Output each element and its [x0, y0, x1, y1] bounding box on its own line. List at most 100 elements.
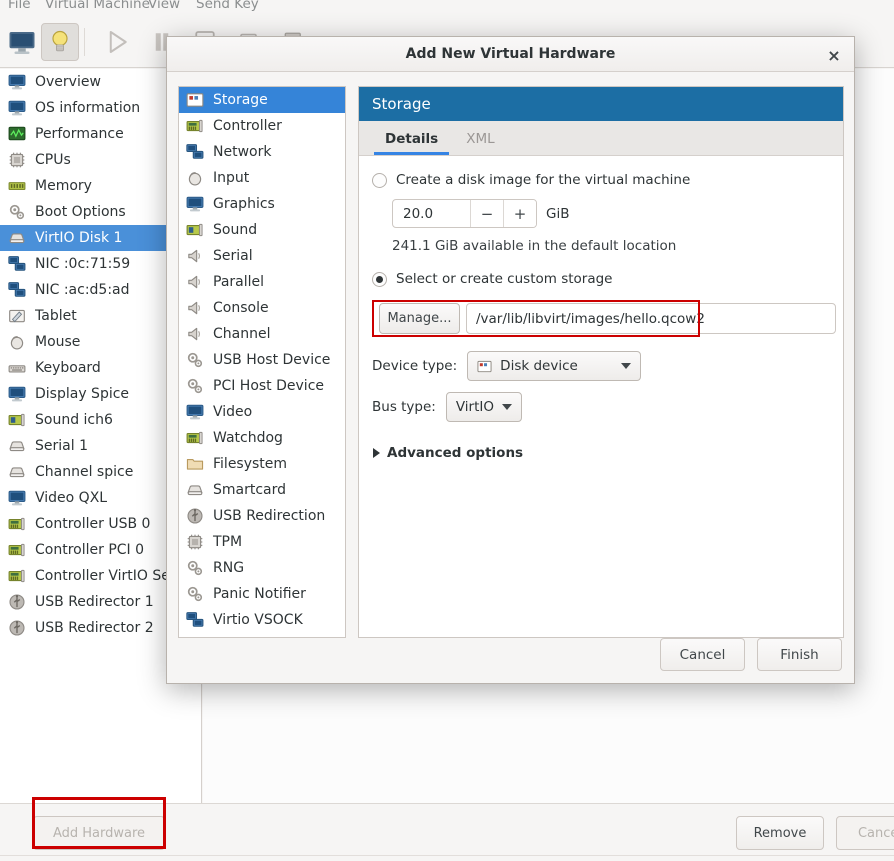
- add-hardware-button[interactable]: Add Hardware: [33, 816, 165, 850]
- device-list-item-label: Panic Notifier: [213, 586, 306, 602]
- device-list-item[interactable]: USB Redirection: [179, 503, 345, 529]
- add-hardware-label: Add Hardware: [52, 825, 146, 841]
- device-list-item-label: PCI Host Device: [213, 378, 325, 394]
- sidebar-item-label: Controller USB 0: [35, 516, 151, 532]
- device-list-item[interactable]: PCI Host Device: [179, 373, 345, 399]
- menu-item-file[interactable]: File: [8, 0, 31, 12]
- dialog-finish-button[interactable]: Finish: [757, 638, 842, 671]
- device-list-item[interactable]: Filesystem: [179, 451, 345, 477]
- card-icon: [8, 569, 25, 583]
- device-list-item[interactable]: Console: [179, 295, 345, 321]
- show-console-button[interactable]: [3, 23, 41, 61]
- create-disk-radio-row[interactable]: Create a disk image for the virtual mach…: [359, 172, 843, 188]
- device-list-item[interactable]: Storage: [179, 87, 345, 113]
- device-list-item[interactable]: Virtio VSOCK: [179, 607, 345, 633]
- device-list-item[interactable]: Channel: [179, 321, 345, 347]
- available-space-hint: 241.1 GiB available in the default locat…: [392, 238, 677, 254]
- device-list-item[interactable]: TPM: [179, 529, 345, 555]
- device-list-item[interactable]: Panic Notifier: [179, 581, 345, 607]
- dialog-cancel-button[interactable]: Cancel: [660, 638, 745, 671]
- run-button[interactable]: [98, 23, 136, 61]
- device-list-item[interactable]: Input: [179, 165, 345, 191]
- disk-size-value[interactable]: 20.0: [393, 200, 470, 227]
- disk-size-decrement-button[interactable]: −: [470, 200, 503, 227]
- sidebar-item-label: Sound ich6: [35, 412, 113, 428]
- tab-details[interactable]: Details: [371, 131, 452, 155]
- storage-config-pane: Storage Details XML Create a disk image …: [358, 86, 844, 638]
- device-list-item-label: Video: [213, 404, 253, 420]
- menu-item-virtual-machine[interactable]: Virtual Machine: [45, 0, 150, 12]
- custom-storage-label: Select or create custom storage: [396, 271, 613, 287]
- disk-icon: [9, 441, 25, 452]
- custom-storage-row: Manage... /var/lib/libvirt/images/hello.…: [372, 300, 843, 337]
- cancel-label-bottom: Cancel: [857, 825, 894, 841]
- device-list-item-label: RNG: [213, 560, 245, 576]
- device-list-item-label: Graphics: [213, 196, 275, 212]
- storage-icon: [477, 360, 492, 372]
- menubar: File Virtual Machine View Send Key: [0, 0, 894, 16]
- device-list-item-label: Smartcard: [213, 482, 287, 498]
- tabstrip: Details XML: [359, 121, 843, 156]
- bus-type-select[interactable]: VirtIO: [445, 392, 522, 422]
- bus-type-row: Bus type: VirtIO: [359, 392, 843, 422]
- create-disk-radio[interactable]: [372, 172, 387, 188]
- device-list-item-label: Channel: [213, 326, 271, 342]
- lightbulb-icon: [52, 30, 68, 52]
- disk-size-stepper[interactable]: 20.0 − +: [392, 199, 537, 228]
- create-disk-label: Create a disk image for the virtual mach…: [396, 172, 691, 188]
- monitor-icon: [8, 490, 26, 506]
- gears-icon: [187, 352, 203, 368]
- device-type-select[interactable]: Disk device: [467, 351, 642, 381]
- usb-icon: [9, 594, 25, 610]
- chevron-right-icon: [373, 448, 380, 458]
- storage-path-input[interactable]: /var/lib/libvirt/images/hello.qcow2: [466, 303, 836, 334]
- device-list-item-label: TPM: [213, 534, 243, 550]
- device-list-item[interactable]: Parallel: [179, 269, 345, 295]
- device-list-item[interactable]: Video: [179, 399, 345, 425]
- sidebar-item-label: Channel spice: [35, 464, 134, 480]
- disk-size-increment-button[interactable]: +: [503, 200, 536, 227]
- device-type-value: Disk device: [500, 358, 578, 374]
- device-list-item[interactable]: Controller: [179, 113, 345, 139]
- dialog-actions: Cancel Finish: [660, 638, 842, 671]
- device-list-item[interactable]: Serial: [179, 243, 345, 269]
- device-list-item[interactable]: USB Host Device: [179, 347, 345, 373]
- remove-button[interactable]: Remove: [736, 816, 824, 850]
- sidebar-item-label: Video QXL: [35, 490, 108, 506]
- device-type-list[interactable]: Storage Controller Network Input Graphic…: [178, 86, 346, 638]
- monitor-icon: [186, 404, 204, 420]
- device-list-item[interactable]: Watchdog: [179, 425, 345, 451]
- cancel-button-bottom[interactable]: Cancel: [836, 816, 894, 850]
- speaker-icon: [188, 275, 200, 289]
- custom-storage-radio[interactable]: [372, 271, 387, 287]
- device-list-item[interactable]: RNG: [179, 555, 345, 581]
- sidebar-item-label: Memory: [35, 178, 92, 194]
- monitor-icon: [9, 32, 35, 54]
- close-icon[interactable]: ×: [824, 45, 844, 65]
- chevron-down-icon: [621, 363, 632, 369]
- manage-button[interactable]: Manage...: [379, 303, 460, 334]
- menu-item-view[interactable]: View: [148, 0, 180, 12]
- network-icon: [186, 144, 204, 159]
- card-icon: [8, 517, 25, 531]
- device-type-row: Device type: Disk device: [359, 351, 843, 381]
- device-list-item[interactable]: Sound: [179, 217, 345, 243]
- device-list-item-label: Console: [213, 300, 269, 316]
- sidebar-item-label: CPUs: [35, 152, 71, 168]
- device-list-item[interactable]: Graphics: [179, 191, 345, 217]
- cpu-icon: [9, 152, 25, 168]
- monitor-icon: [186, 196, 204, 212]
- gears-icon: [187, 560, 203, 576]
- device-list-item[interactable]: Smartcard: [179, 477, 345, 503]
- menu-item-send-key[interactable]: Send Key: [196, 0, 259, 12]
- show-details-button[interactable]: [41, 23, 79, 61]
- advanced-options-expander[interactable]: Advanced options: [359, 445, 843, 461]
- usb-icon: [187, 508, 203, 524]
- device-list-item[interactable]: Network: [179, 139, 345, 165]
- add-hardware-dialog: Add New Virtual Hardware × Storage Contr…: [166, 36, 855, 684]
- disk-size-unit: GiB: [546, 205, 570, 222]
- pane-title: Storage: [372, 95, 431, 113]
- tab-xml[interactable]: XML: [452, 131, 508, 155]
- device-list-item-label: Controller: [213, 118, 282, 134]
- custom-storage-radio-row[interactable]: Select or create custom storage: [359, 271, 843, 287]
